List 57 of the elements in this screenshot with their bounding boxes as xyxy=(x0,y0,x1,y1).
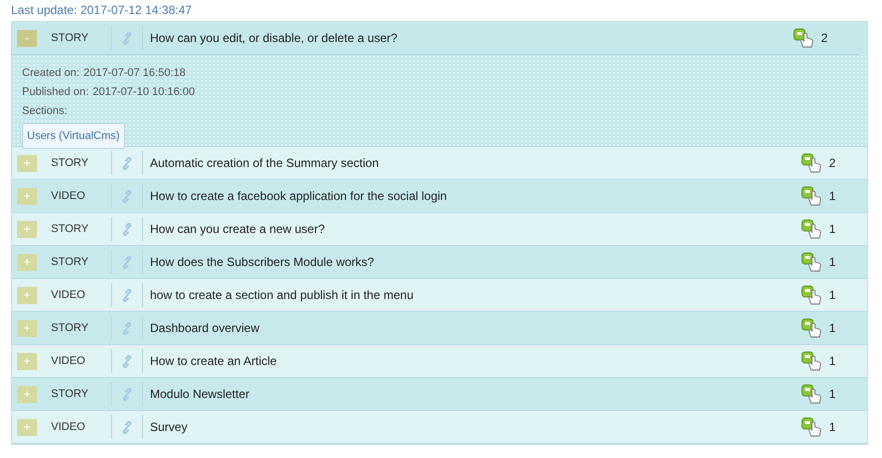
type-label: STORY xyxy=(37,316,112,340)
count: 1 xyxy=(829,255,836,269)
hand-pointer-icon[interactable] xyxy=(801,318,823,338)
last-update-text: Last update: 2017-07-12 14:38:47 xyxy=(11,3,193,19)
count: 2 xyxy=(829,156,836,170)
hand-pointer-icon[interactable] xyxy=(801,351,823,371)
hand-pointer-icon[interactable] xyxy=(801,417,823,437)
count: 1 xyxy=(829,288,836,302)
expand-toggle[interactable]: + xyxy=(17,320,37,336)
item-title: Survey xyxy=(149,420,188,434)
item-title: Modulo Newsletter xyxy=(149,387,250,401)
expand-toggle[interactable]: + xyxy=(17,154,37,172)
hand-pointer-icon[interactable] xyxy=(801,219,823,239)
item-title: How can you create a new user? xyxy=(149,222,326,236)
expand-toggle[interactable]: + xyxy=(17,352,37,370)
created-label: Created on: xyxy=(22,66,80,78)
type-label: STORY xyxy=(37,26,112,50)
expand-toggle[interactable]: + xyxy=(17,254,37,270)
count: 1 xyxy=(829,189,836,203)
count: 1 xyxy=(829,321,836,335)
item-title: How to create a facebook application for the social login xyxy=(149,189,448,203)
type-label: STORY xyxy=(37,217,112,241)
hand-pointer-icon[interactable] xyxy=(801,384,823,404)
item-title: How can you edit, or disable, or delete a user? xyxy=(149,31,398,45)
hand-pointer-icon[interactable] xyxy=(801,252,823,272)
type-label: VIDEO xyxy=(37,349,112,373)
item-title: Dashboard overview xyxy=(149,321,260,335)
count: 1 xyxy=(829,354,836,368)
item-title: how to create a section and publish it in the menu xyxy=(149,288,414,302)
count: 1 xyxy=(829,222,836,236)
expand-toggle[interactable]: + xyxy=(17,188,37,204)
published-label: Published on: xyxy=(22,86,89,98)
expand-toggle[interactable]: + xyxy=(17,220,37,238)
type-label: STORY xyxy=(37,250,112,274)
count: 1 xyxy=(829,387,836,401)
count: 1 xyxy=(829,420,836,434)
type-label: STORY xyxy=(37,151,112,175)
created-date: 2017-07-07 16:50:18 xyxy=(83,66,186,78)
expand-toggle[interactable]: - xyxy=(17,30,37,46)
count: 2 xyxy=(821,31,828,45)
expand-toggle[interactable]: + xyxy=(17,418,37,436)
type-label: VIDEO xyxy=(37,415,112,439)
hand-pointer-icon[interactable] xyxy=(801,153,823,173)
published-date: 2017-07-10 10:16:00 xyxy=(92,86,195,98)
sections-label: Sections: xyxy=(22,104,68,116)
item-title: How to create an Article xyxy=(149,354,278,368)
type-label: VIDEO xyxy=(37,184,112,208)
type-label: VIDEO xyxy=(37,283,112,307)
type-label: STORY xyxy=(37,382,112,406)
section-tag[interactable]: Users (VirtualCms) xyxy=(22,123,125,149)
hand-pointer-icon[interactable] xyxy=(793,28,815,48)
item-title: How does the Subscribers Module works? xyxy=(149,255,376,269)
expand-toggle[interactable]: + xyxy=(17,386,37,402)
item-title: Automatic creation of the Summary section xyxy=(149,156,380,170)
hand-pointer-icon[interactable] xyxy=(801,186,823,206)
expand-toggle[interactable]: + xyxy=(17,286,37,304)
hand-pointer-icon[interactable] xyxy=(801,285,823,305)
